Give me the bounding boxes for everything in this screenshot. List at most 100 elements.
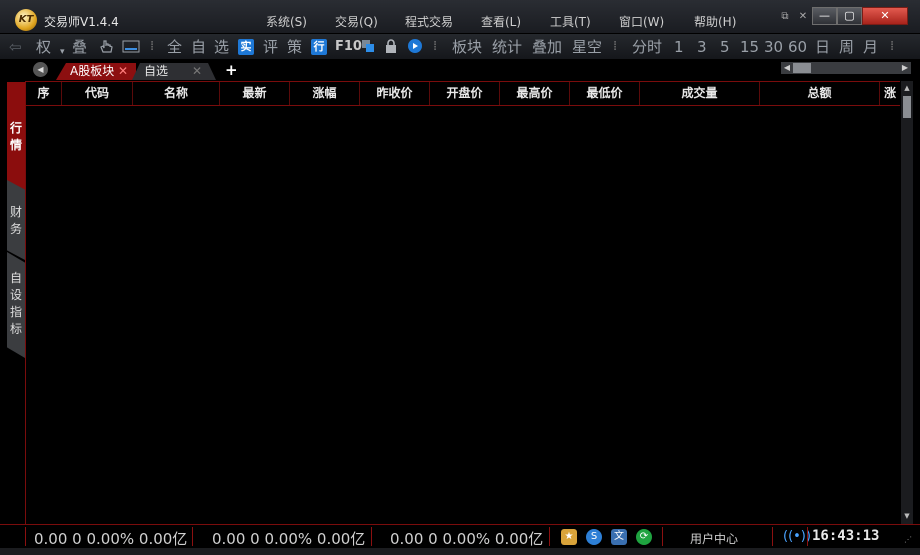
left-panel-border: [25, 81, 26, 524]
tab-a-share-sectors[interactable]: A股板块 ✕: [56, 63, 136, 80]
period-month-button[interactable]: 月: [863, 38, 878, 56]
menu-help[interactable]: 帮助(H): [694, 13, 736, 30]
dropdown-arrow-icon[interactable]: ▾: [60, 43, 65, 61]
toolbar-hang-button[interactable]: 行: [311, 39, 327, 55]
lock-icon[interactable]: [383, 38, 399, 58]
pin-close-icon[interactable]: ✕: [794, 11, 812, 22]
tab-label: 自选: [144, 64, 169, 78]
toolbar: ⇦ 权 ▾ 叠 ⁞ 全 自 选 实 评 策 行 F10 ⁞ 板块 统计 叠加 星…: [0, 34, 920, 60]
toolbar-separator: ⁞: [433, 39, 438, 54]
column-header-open[interactable]: 开盘价: [430, 82, 500, 105]
column-header-rise[interactable]: 涨: [880, 82, 900, 105]
period-day-button[interactable]: 日: [815, 38, 830, 56]
period-15-button[interactable]: 15: [740, 38, 759, 56]
status-divider: [807, 527, 808, 546]
column-header-index[interactable]: 序: [26, 82, 62, 105]
period-1-button[interactable]: 1: [674, 38, 684, 56]
scroll-left-arrow-icon[interactable]: ◀: [781, 62, 793, 74]
side-tab-char: 财: [9, 205, 22, 219]
menu-window[interactable]: 窗口(W): [619, 13, 664, 30]
clock-time: 16:43:13: [812, 528, 880, 544]
scroll-right-arrow-icon[interactable]: ▶: [899, 62, 911, 74]
windows-icon[interactable]: [360, 38, 376, 58]
window-controls: ⧉ ✕ — ▢ ✕: [776, 6, 908, 26]
index-summary-2[interactable]: 0.00 0 0.00% 0.00亿: [212, 528, 365, 549]
resize-grip-icon[interactable]: ⋰: [904, 535, 912, 544]
assistant-icon[interactable]: ★: [561, 529, 577, 545]
horizontal-scrollbar[interactable]: ◀ ▶: [781, 62, 911, 74]
toolbar-overflow[interactable]: ⁞: [890, 38, 894, 56]
column-header-high[interactable]: 最高价: [500, 82, 570, 105]
tab-watchlist[interactable]: 自选 ✕: [132, 63, 216, 80]
news-icon[interactable]: 文: [611, 529, 627, 545]
connection-signal-icon[interactable]: ((•)): [783, 529, 811, 545]
toolbar-diejia-button[interactable]: 叠加: [532, 38, 562, 56]
toolbar-tongji-button[interactable]: 统计: [492, 38, 522, 56]
keyboard-icon[interactable]: [122, 38, 140, 58]
quote-table-header: 序 代码 名称 最新 涨幅 昨收价 开盘价 最高价 最低价 成交量 总额 涨: [26, 81, 900, 106]
menu-program-trade[interactable]: 程式交易: [405, 13, 453, 30]
side-tab-char: 务: [9, 222, 22, 236]
column-header-latest[interactable]: 最新: [220, 82, 290, 105]
side-tab-char: 标: [9, 322, 22, 336]
side-tab-char: 情: [9, 138, 22, 152]
toolbar-ce-button[interactable]: 策: [287, 38, 302, 56]
column-header-name[interactable]: 名称: [133, 82, 220, 105]
scrollbar-thumb[interactable]: [903, 96, 911, 118]
s-service-icon[interactable]: S: [586, 529, 602, 545]
close-icon[interactable]: ✕: [118, 63, 128, 80]
scroll-up-arrow-icon[interactable]: ▲: [901, 84, 913, 94]
side-tab-finance[interactable]: 财 务: [7, 180, 25, 260]
menu-view[interactable]: 查看(L): [481, 13, 521, 30]
hand-pointer-icon[interactable]: [98, 38, 114, 58]
app-logo: KT: [15, 9, 37, 31]
user-center-link[interactable]: 用户中心: [690, 530, 738, 547]
period-5-button[interactable]: 5: [720, 38, 730, 56]
toolbar-all-button[interactable]: 全: [167, 38, 182, 56]
column-header-amount[interactable]: 总额: [760, 82, 880, 105]
toolbar-ping-button[interactable]: 评: [263, 38, 278, 56]
period-60-button[interactable]: 60: [788, 38, 807, 56]
close-button[interactable]: ✕: [862, 7, 908, 25]
column-header-change-pct[interactable]: 涨幅: [290, 82, 360, 105]
index-summary-1[interactable]: 0.00 0 0.00% 0.00亿: [34, 528, 187, 549]
toolbar-quan-button[interactable]: 权: [36, 38, 51, 56]
period-3-button[interactable]: 3: [697, 38, 707, 56]
period-30-button[interactable]: 30: [764, 38, 783, 56]
refresh-icon[interactable]: ⟳: [636, 529, 652, 545]
app-title: 交易师V1.4.4: [44, 15, 119, 29]
f10-button[interactable]: F10: [335, 38, 362, 56]
vertical-scrollbar[interactable]: ▲ ▼: [901, 81, 913, 524]
menu-system[interactable]: 系统(S): [266, 13, 307, 30]
maximize-button[interactable]: ▢: [837, 7, 862, 25]
toolbar-xingkong-button[interactable]: 星空: [572, 38, 602, 56]
period-week-button[interactable]: 周: [839, 38, 854, 56]
scrollbar-thumb[interactable]: [793, 63, 811, 73]
restore-layout-icon[interactable]: ⧉: [776, 11, 794, 22]
menu-tools[interactable]: 工具(T): [550, 13, 591, 30]
column-header-low[interactable]: 最低价: [570, 82, 640, 105]
scroll-down-arrow-icon[interactable]: ▼: [901, 512, 913, 522]
toolbar-zi-button[interactable]: 自: [191, 38, 206, 56]
side-tab-char: 指: [9, 305, 22, 319]
minimize-button[interactable]: —: [812, 7, 837, 25]
column-header-code[interactable]: 代码: [62, 82, 133, 105]
add-tab-button[interactable]: +: [225, 61, 238, 79]
side-tab-custom-indicators[interactable]: 自 设 指 标: [7, 252, 25, 358]
side-tab-char: 行: [9, 121, 22, 135]
tab-scroll-left-icon[interactable]: ◀: [33, 62, 48, 77]
back-arrow-icon[interactable]: ⇦: [9, 38, 22, 56]
close-icon[interactable]: ✕: [192, 63, 202, 80]
toolbar-bankuai-button[interactable]: 板块: [452, 38, 482, 56]
toolbar-die-button[interactable]: 叠: [72, 38, 87, 56]
period-fenshi-button[interactable]: 分时: [632, 38, 662, 56]
status-divider: [772, 527, 773, 546]
column-header-prev-close[interactable]: 昨收价: [360, 82, 430, 105]
toolbar-xuan-button[interactable]: 选: [214, 38, 229, 56]
menu-trade[interactable]: 交易(Q): [335, 13, 378, 30]
play-circle-icon[interactable]: [407, 38, 423, 58]
index-summary-3[interactable]: 0.00 0 0.00% 0.00亿: [390, 528, 543, 549]
realtime-shi-button[interactable]: 实: [238, 39, 254, 55]
column-header-volume[interactable]: 成交量: [640, 82, 760, 105]
status-divider: [192, 527, 193, 546]
